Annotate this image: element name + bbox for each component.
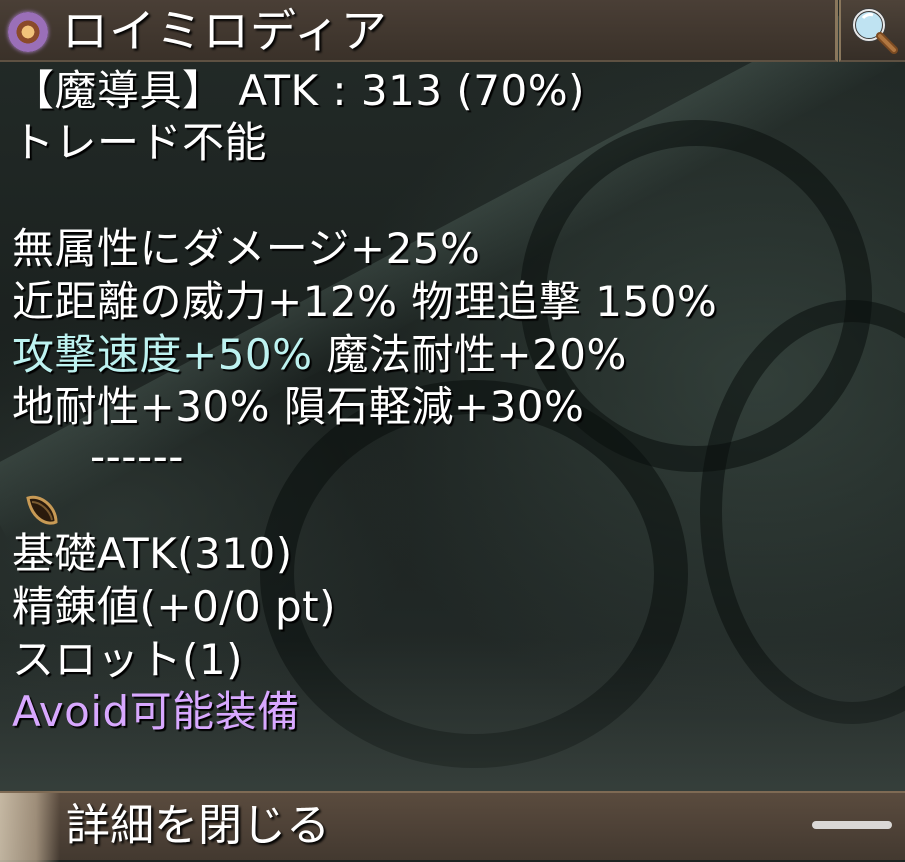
trade-status: トレード不能 bbox=[12, 118, 268, 167]
refine-value: 精錬値(+0/0 pt) bbox=[12, 582, 337, 631]
item-name: ロイミロディア bbox=[62, 4, 388, 58]
button-decoration bbox=[0, 793, 60, 862]
empty-slot-line: ------ bbox=[90, 432, 184, 481]
magic-resist-text: 魔法耐性+20% bbox=[312, 330, 627, 379]
item-title-bar: ロイミロディア bbox=[0, 0, 838, 62]
magnifier-icon bbox=[852, 8, 898, 54]
base-atk: 基礎ATK(310) bbox=[12, 529, 293, 578]
item-orb-icon bbox=[8, 12, 48, 52]
slot-count: スロット(1) bbox=[12, 635, 243, 684]
effect-line-2: 近距離の威力+12% 物理追撃 150% bbox=[12, 277, 718, 326]
effect-line-3: 攻撃速度+50% 魔法耐性+20% bbox=[12, 328, 627, 382]
close-details-label: 詳細を閉じる bbox=[66, 800, 330, 851]
close-details-button[interactable]: 詳細を閉じる bbox=[0, 791, 905, 862]
search-button[interactable] bbox=[839, 0, 905, 62]
attack-speed-highlight: 攻撃速度+50% bbox=[12, 330, 313, 379]
effect-line-1: 無属性にダメージ+25% bbox=[12, 224, 481, 273]
seed-card-icon bbox=[26, 495, 58, 525]
scroll-handle[interactable] bbox=[812, 821, 892, 829]
avoid-equipment: Avoid可能装備 bbox=[12, 687, 300, 736]
effect-line-4: 地耐性+30% 隕石軽減+30% bbox=[12, 382, 585, 431]
type-atk-line: 【魔導具】 ATK : 313 (70%) bbox=[12, 66, 586, 115]
